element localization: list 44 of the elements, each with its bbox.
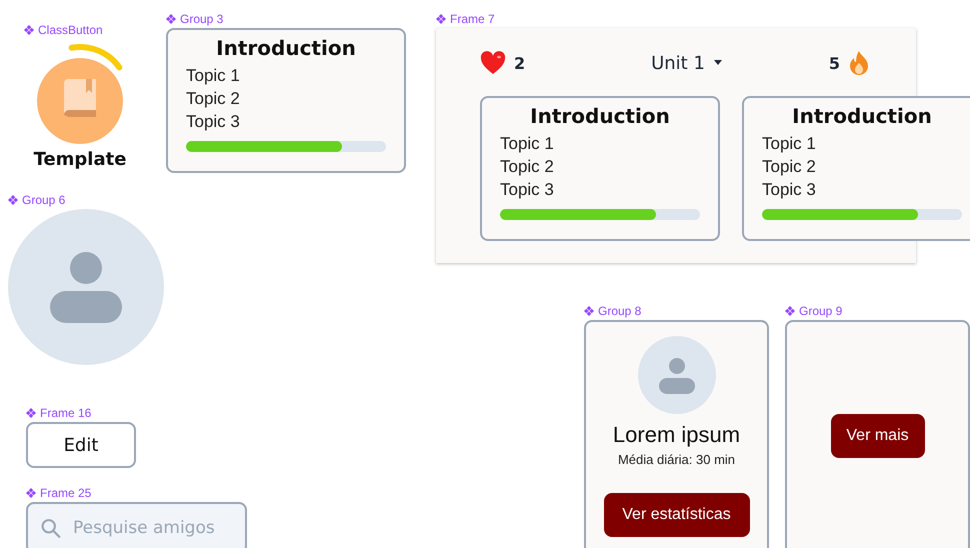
stats-button[interactable]: Ver estatísticas [604,493,750,537]
frame-label[interactable]: Group 3 [166,11,406,27]
frame-label[interactable]: Group 9 [785,303,970,319]
search-input[interactable]: Pesquise amigos [73,518,233,538]
component-icon [166,14,176,24]
component-icon [785,306,795,316]
frame-label[interactable]: Frame 7 [436,11,916,27]
streak-count: 5 [828,54,840,72]
frame-label[interactable]: Frame 16 [26,405,136,421]
topic-item[interactable]: Topic 3 [186,110,386,133]
topic-item[interactable]: Topic 3 [500,178,700,201]
component-icon [26,488,36,498]
topic-item[interactable]: Topic 3 [762,178,962,201]
search-icon [40,516,61,540]
heart-icon [480,51,506,75]
unit-dropdown[interactable]: Unit 1 [651,52,723,74]
see-more-button[interactable]: Ver mais [830,414,924,458]
topic-item[interactable]: Topic 1 [762,132,962,155]
card-title: Introduction [529,104,671,128]
topic-item[interactable]: Topic 2 [500,155,700,178]
component-icon [24,25,34,35]
frame-label[interactable]: Frame 25 [26,485,247,501]
component-icon [8,195,18,205]
daily-average: Média diária: 30 min [618,452,736,467]
lives-count: 2 [514,54,526,72]
caret-icon [712,60,723,66]
component-icon [26,408,36,418]
edit-button[interactable]: Edit [26,422,136,468]
topic-item[interactable]: Topic 2 [762,155,962,178]
component-icon [436,14,446,24]
card-title: Introduction [791,104,933,128]
class-title: Template [34,149,126,170]
flame-icon [848,50,870,76]
book-icon [64,79,96,117]
friend-name: Lorem ipsum [612,422,740,448]
frame-label[interactable]: Group 8 [584,303,769,319]
topic-item[interactable]: Topic 1 [500,132,700,155]
frame-label[interactable]: ClassButton [24,22,136,38]
card-title: Introduction [215,36,357,60]
component-icon [584,306,594,316]
topic-item[interactable]: Topic 1 [186,64,386,87]
topic-item[interactable]: Topic 2 [186,87,386,110]
search-field[interactable]: Pesquise amigos [26,502,247,548]
frame-label[interactable]: Group 6 [8,192,164,208]
